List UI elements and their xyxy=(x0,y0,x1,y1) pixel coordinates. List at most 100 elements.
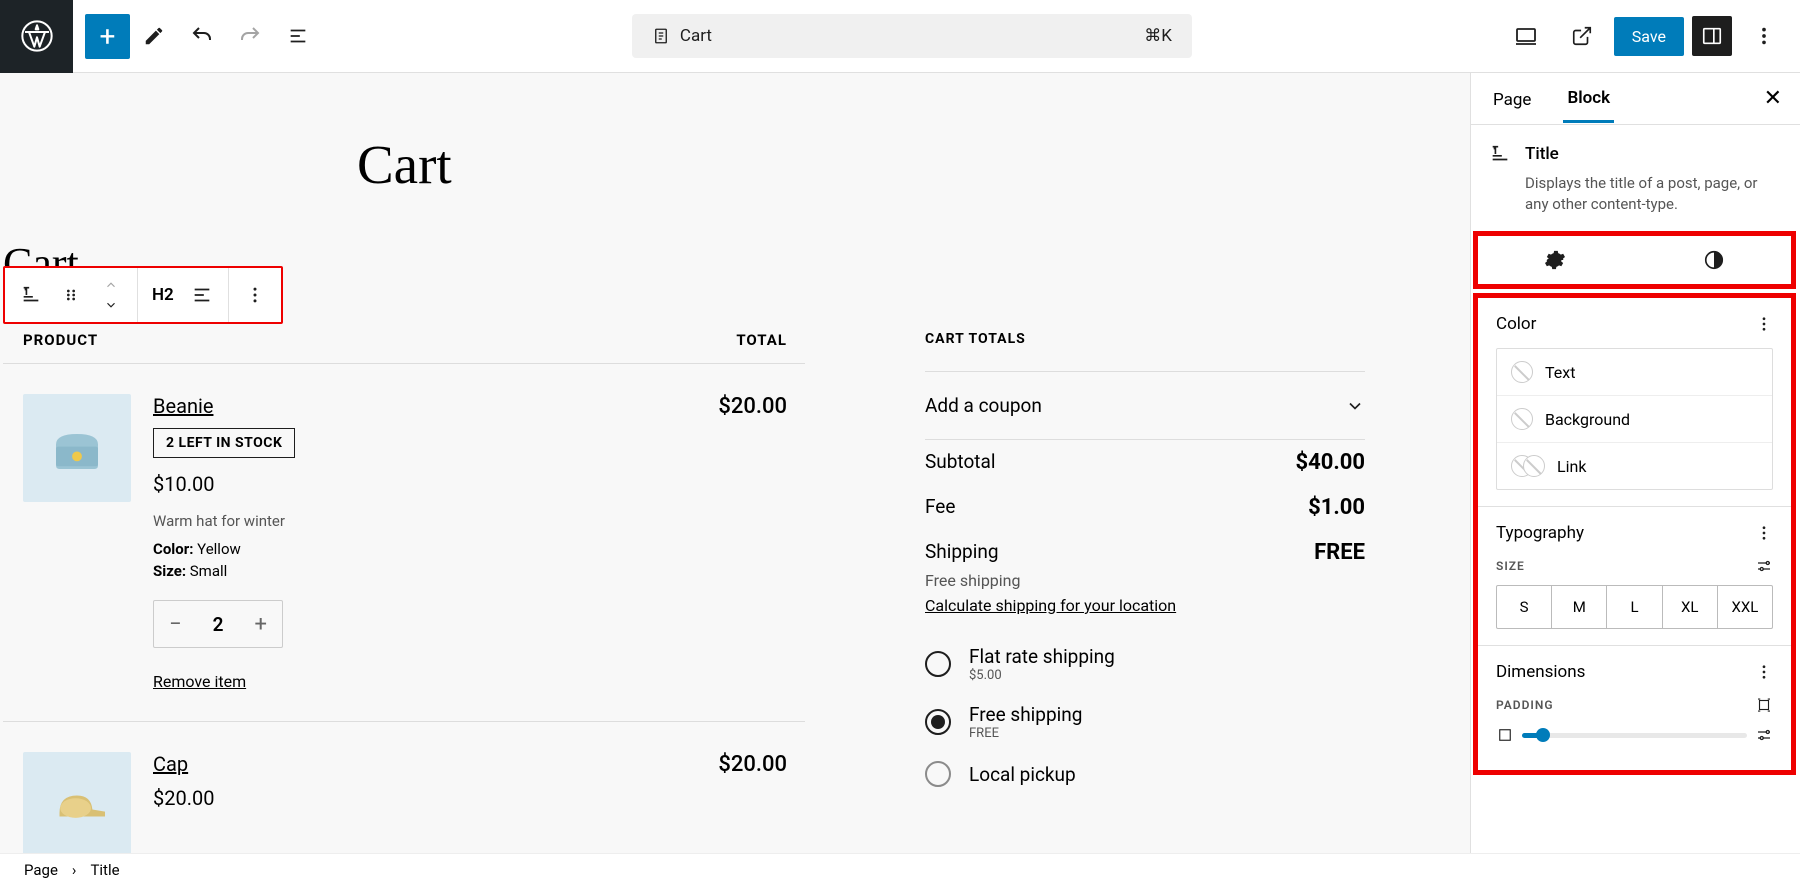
styles-tab-button[interactable] xyxy=(1637,236,1792,284)
top-toolbar: + Cart ⌘K Save xyxy=(0,0,1800,73)
color-background-button[interactable]: Background xyxy=(1497,396,1772,443)
radio-icon[interactable] xyxy=(925,709,951,735)
unlink-sides-icon[interactable] xyxy=(1755,696,1773,714)
remove-item-link[interactable]: Remove item xyxy=(153,672,246,691)
shipping-option[interactable]: Flat rate shipping$5.00 xyxy=(925,635,1365,693)
fee-value: $1.00 xyxy=(1308,495,1365,520)
page-title[interactable]: Cart xyxy=(357,133,1365,196)
sliders-icon[interactable] xyxy=(1755,726,1773,744)
settings-sidebar: Page Block ✕ Title Displays the title of… xyxy=(1470,73,1800,859)
move-up-icon[interactable] xyxy=(93,275,129,295)
product-price: $20.00 xyxy=(153,786,718,810)
cart-row: Cap $20.00 $20.00 xyxy=(3,721,805,859)
breadcrumb-current[interactable]: Title xyxy=(90,861,119,879)
color-label: Background xyxy=(1545,410,1630,429)
block-type-icon[interactable] xyxy=(13,277,49,313)
gear-icon xyxy=(1544,249,1566,271)
qty-increment-button[interactable]: + xyxy=(239,612,282,637)
typography-panel-title: Typography xyxy=(1496,523,1584,543)
save-button[interactable]: Save xyxy=(1614,17,1684,56)
block-description: Displays the title of a post, page, or a… xyxy=(1525,173,1782,215)
color-text-button[interactable]: Text xyxy=(1497,349,1772,396)
row-total: $20.00 xyxy=(718,394,787,691)
block-toolbar: H2 xyxy=(3,266,283,324)
add-block-button[interactable]: + xyxy=(85,14,130,59)
subtotal-label: Subtotal xyxy=(925,450,995,475)
shipping-option-label: Flat rate shipping xyxy=(969,645,1115,668)
shipping-option[interactable]: Local pickup xyxy=(925,751,1365,797)
settings-panel-toggle[interactable] xyxy=(1692,16,1732,56)
attr-color-value: Yellow xyxy=(193,540,240,558)
redo-icon[interactable] xyxy=(226,12,274,60)
sliders-icon[interactable] xyxy=(1755,557,1773,575)
edit-tools-icon[interactable] xyxy=(130,12,178,60)
column-header-product: PRODUCT xyxy=(23,331,98,349)
add-coupon-toggle[interactable]: Add a coupon xyxy=(925,371,1365,440)
tab-block[interactable]: Block xyxy=(1563,74,1614,123)
block-more-icon[interactable] xyxy=(237,277,273,313)
shipping-note: Free shipping xyxy=(925,571,1365,590)
chevron-down-icon xyxy=(1345,396,1365,416)
editor-canvas: Cart xyxy=(0,73,1470,859)
column-header-total: TOTAL xyxy=(736,331,787,349)
panel-more-icon[interactable] xyxy=(1755,663,1773,681)
document-overview-icon[interactable] xyxy=(274,12,322,60)
subtotal-value: $40.00 xyxy=(1296,450,1366,475)
fee-label: Fee xyxy=(925,495,955,520)
size-option[interactable]: L xyxy=(1607,586,1662,628)
cart-items-table: PRODUCT TOTAL Beanie 2 LEFT IN STOCK $10… xyxy=(3,331,805,859)
quantity-stepper: − 2 + xyxy=(153,600,283,648)
product-price: $10.00 xyxy=(153,472,718,496)
calculate-shipping-link[interactable]: Calculate shipping for your location xyxy=(925,596,1176,615)
coupon-label: Add a coupon xyxy=(925,394,1042,417)
size-label: SIZE xyxy=(1496,559,1525,573)
padding-slider[interactable] xyxy=(1522,733,1747,738)
swatch-icon xyxy=(1511,408,1533,430)
panel-more-icon[interactable] xyxy=(1755,315,1773,333)
product-thumbnail[interactable] xyxy=(23,752,131,859)
swatch-icon xyxy=(1511,455,1545,477)
breadcrumb-page[interactable]: Page xyxy=(24,861,58,879)
size-option[interactable]: S xyxy=(1497,586,1552,628)
drag-handle-icon[interactable] xyxy=(53,277,89,313)
size-option[interactable]: XXL xyxy=(1718,586,1772,628)
product-thumbnail[interactable] xyxy=(23,394,131,502)
attr-size-value: Small xyxy=(186,562,227,580)
box-icon xyxy=(1496,726,1514,744)
cart-row: Beanie 2 LEFT IN STOCK $10.00 Warm hat f… xyxy=(3,363,805,721)
external-link-icon[interactable] xyxy=(1558,12,1606,60)
stock-badge: 2 LEFT IN STOCK xyxy=(153,428,295,458)
title-block-icon xyxy=(1489,143,1511,165)
close-sidebar-icon[interactable]: ✕ xyxy=(1764,86,1782,111)
product-description: Warm hat for winter xyxy=(153,512,718,530)
swatch-icon xyxy=(1511,361,1533,383)
more-options-icon[interactable] xyxy=(1740,12,1788,60)
shipping-option[interactable]: Free shippingFREE xyxy=(925,693,1365,751)
product-name-link[interactable]: Beanie xyxy=(153,394,213,418)
radio-icon[interactable] xyxy=(925,651,951,677)
command-palette[interactable]: Cart ⌘K xyxy=(632,14,1192,58)
wordpress-logo[interactable] xyxy=(0,0,73,73)
cart-totals-title: CART TOTALS xyxy=(925,331,1365,347)
size-option[interactable]: M xyxy=(1552,586,1607,628)
command-shortcut: ⌘K xyxy=(1144,26,1172,46)
radio-icon[interactable] xyxy=(925,761,951,787)
attr-size-label: Size: xyxy=(153,562,186,580)
view-desktop-icon[interactable] xyxy=(1502,12,1550,60)
heading-level-button[interactable]: H2 xyxy=(146,285,180,305)
undo-icon[interactable] xyxy=(178,12,226,60)
move-down-icon[interactable] xyxy=(93,295,129,315)
qty-decrement-button[interactable]: − xyxy=(154,612,197,637)
panel-more-icon[interactable] xyxy=(1755,524,1773,542)
cart-totals: CART TOTALS Add a coupon Subtotal$40.00 … xyxy=(925,331,1365,859)
tab-page[interactable]: Page xyxy=(1489,76,1535,122)
color-label: Text xyxy=(1545,363,1575,382)
size-option[interactable]: XL xyxy=(1663,586,1718,628)
settings-tab-button[interactable] xyxy=(1478,236,1633,284)
row-total: $20.00 xyxy=(718,752,787,859)
product-name-link[interactable]: Cap xyxy=(153,752,188,776)
command-palette-label: Cart xyxy=(680,26,712,46)
align-icon[interactable] xyxy=(184,277,220,313)
shipping-option-label: Free shipping xyxy=(969,703,1082,726)
color-link-button[interactable]: Link xyxy=(1497,443,1772,489)
